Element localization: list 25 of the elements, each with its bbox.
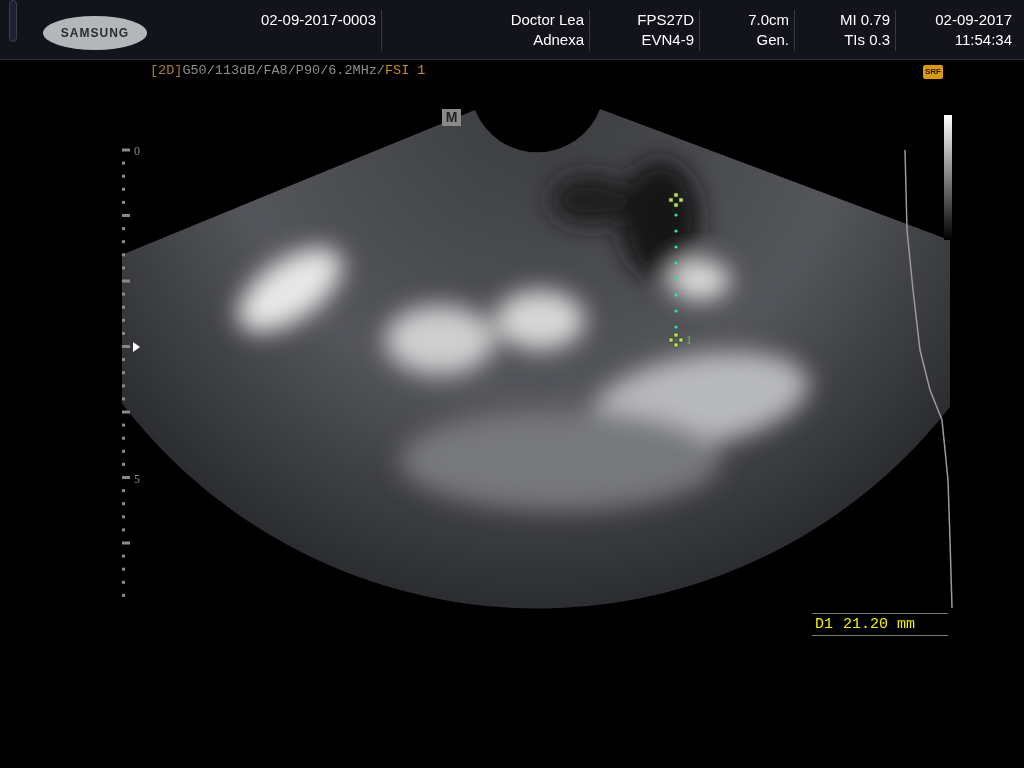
- imaging-preset: FSI 1: [384, 63, 426, 79]
- srf-badge: SRF: [923, 65, 943, 79]
- info-text: Doctor Lea: [510, 10, 584, 30]
- caliper-cross-icon: [668, 332, 684, 348]
- exam-id: 02-09-2017-0003: [260, 10, 376, 30]
- info-text: Adnexa: [533, 30, 584, 50]
- caliper-cross-icon: [668, 192, 684, 208]
- depth-label: 5: [134, 471, 140, 486]
- info-text: MI 0.79: [839, 10, 890, 30]
- info-text: EVN4-9: [641, 30, 694, 50]
- info-text: Gen.: [756, 30, 789, 50]
- info-text: FPS27D: [637, 10, 694, 30]
- focus-marker-icon: [133, 342, 140, 352]
- imaging-settings: G50/113dB/FA8/P90/6.2MHz/: [182, 63, 385, 79]
- depth-label: 0: [134, 144, 140, 158]
- brand-logo: SAMSUNG: [43, 15, 147, 50]
- measurement-label: D1: [815, 616, 833, 633]
- caliper-label: 1: [686, 333, 692, 347]
- orientation-marker: M: [442, 109, 461, 126]
- info-text: 7.0cm: [748, 10, 789, 30]
- imaging-mode: [2D]: [150, 63, 183, 79]
- measurement-value: 21.20 mm: [843, 616, 916, 633]
- info-text: 02-09-2017: [935, 10, 1012, 30]
- info-text: 11:54:34: [954, 30, 1012, 50]
- info-text: TIs 0.3: [844, 30, 890, 50]
